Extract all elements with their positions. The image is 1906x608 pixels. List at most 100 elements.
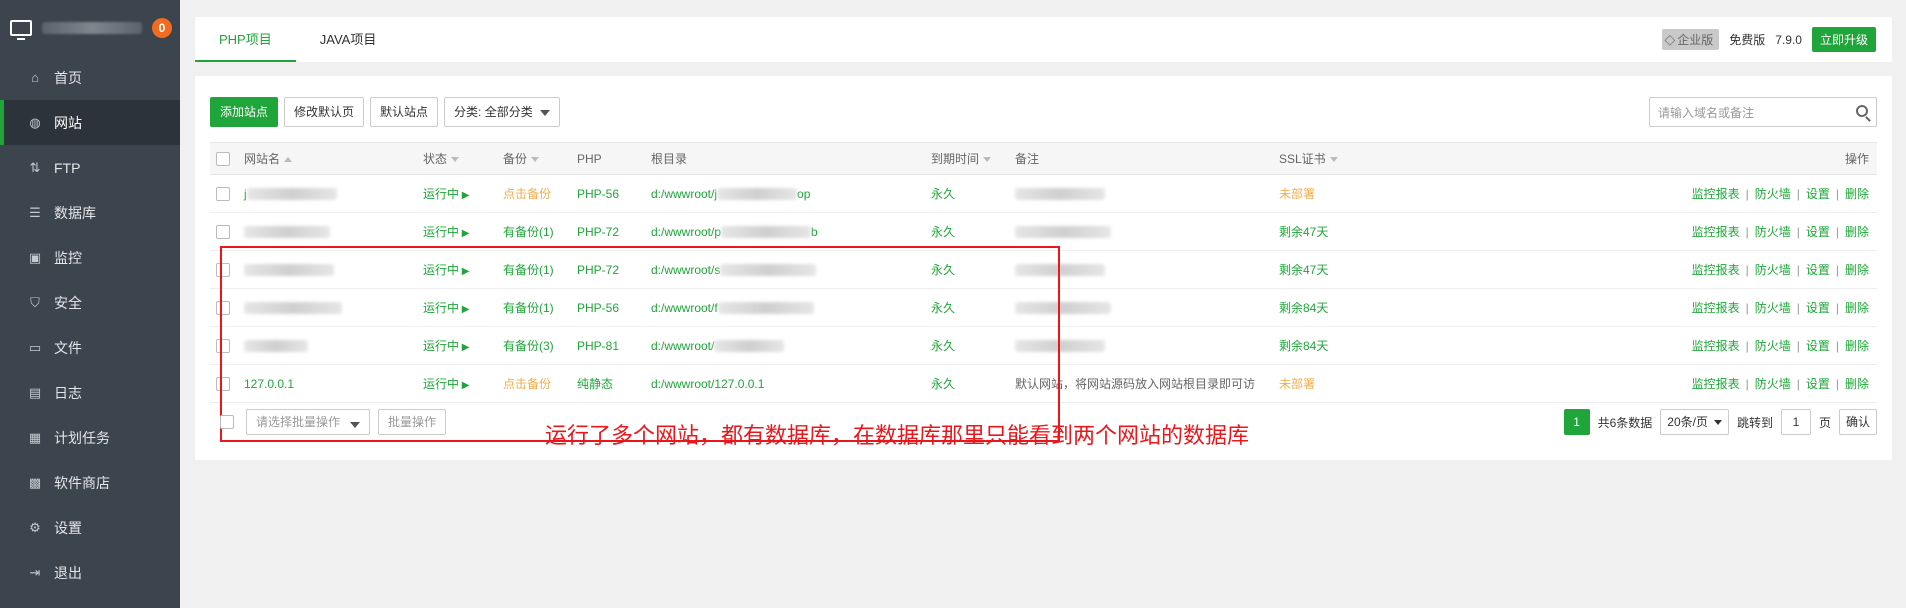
notification-badge[interactable]: 0 [152, 18, 172, 38]
search-icon[interactable] [1856, 105, 1868, 117]
site-php[interactable]: PHP-72 [569, 250, 643, 289]
table-row[interactable]: j运行中点击备份PHP-56d:/wwwroot/jop永久 未部署 监控报表 | 防火… [210, 174, 1877, 213]
site-expire[interactable]: 永久 [923, 288, 1007, 327]
site-status[interactable]: 运行中 [415, 288, 495, 327]
row-checkbox[interactable] [216, 186, 230, 201]
edit-default-page-button[interactable]: 修改默认页 [284, 97, 365, 127]
firewall-link[interactable]: 防火墙 [1755, 339, 1791, 353]
site-note[interactable] [1007, 288, 1271, 327]
select-all-checkbox[interactable] [216, 151, 230, 166]
row-checkbox[interactable] [216, 262, 230, 277]
row-checkbox[interactable] [216, 224, 230, 239]
search-input[interactable]: 请输入域名或备注 [1649, 97, 1877, 127]
site-note[interactable] [1007, 212, 1271, 251]
default-site-button[interactable]: 默认站点 [370, 97, 439, 127]
settings-link[interactable]: 设置 [1806, 225, 1830, 239]
table-row[interactable]: 运行中有备份(1)PHP-56d:/wwwroot/f永久 剩余84天 监控报表 | 防… [210, 288, 1877, 327]
sidebar-header[interactable]: 0 [0, 0, 180, 55]
site-php[interactable]: PHP-81 [569, 326, 643, 365]
site-status[interactable]: 运行中 [415, 326, 495, 365]
site-status[interactable]: 运行中 [415, 250, 495, 289]
site-note[interactable]: 默认网站，将网站源码放入网站根目录即可访 [1007, 364, 1271, 403]
jump-page-input[interactable]: 1 [1780, 409, 1811, 435]
batch-ops-select[interactable]: 请选择批量操作 [246, 409, 370, 435]
add-site-button[interactable]: 添加站点 [210, 97, 279, 127]
sidebar-item-6[interactable]: ▭ 文件 [0, 325, 180, 370]
site-name[interactable] [236, 326, 415, 365]
category-select[interactable]: 分类: 全部分类 [444, 97, 560, 127]
firewall-link[interactable]: 防火墙 [1755, 263, 1791, 277]
header-expire[interactable]: 到期时间 [923, 142, 1007, 175]
settings-link[interactable]: 设置 [1806, 339, 1830, 353]
delete-link[interactable]: 删除 [1845, 187, 1869, 201]
site-ssl[interactable]: 未部署 [1271, 364, 1481, 403]
sidebar-item-0[interactable]: ⌂ 首页 [0, 55, 180, 100]
settings-link[interactable]: 设置 [1806, 301, 1830, 315]
sidebar-item-10[interactable]: ⚙ 设置 [0, 505, 180, 550]
row-checkbox[interactable] [216, 300, 230, 315]
sidebar-item-1[interactable]: ◍ 网站 [0, 100, 180, 145]
site-expire[interactable]: 永久 [923, 174, 1007, 213]
monitor-report-link[interactable]: 监控报表 [1692, 301, 1740, 315]
table-row[interactable]: 运行中有备份(1)PHP-72d:/wwwroot/s永久 剩余47天 监控报表 | 防… [210, 250, 1877, 289]
site-backup[interactable]: 点击备份 [495, 364, 569, 403]
site-name[interactable]: j [236, 174, 415, 213]
sidebar-item-2[interactable]: ⇅ FTP [0, 145, 180, 190]
upgrade-button[interactable]: 立即升级 [1811, 27, 1876, 52]
sidebar-item-11[interactable]: ⇥ 退出 [0, 550, 180, 595]
tab-java-project[interactable]: JAVA项目 [296, 17, 401, 62]
site-expire[interactable]: 永久 [923, 250, 1007, 289]
page-size-select[interactable]: 20条/页 [1660, 409, 1729, 435]
site-note[interactable] [1007, 174, 1271, 213]
site-backup[interactable]: 有备份(3) [495, 326, 569, 365]
site-ssl[interactable]: 未部署 [1271, 174, 1481, 213]
monitor-report-link[interactable]: 监控报表 [1692, 339, 1740, 353]
site-expire[interactable]: 永久 [923, 326, 1007, 365]
monitor-report-link[interactable]: 监控报表 [1692, 225, 1740, 239]
site-php[interactable]: 纯静态 [569, 364, 643, 403]
enterprise-badge[interactable]: ◇ 企业版 [1662, 29, 1720, 50]
site-php[interactable]: PHP-56 [569, 288, 643, 327]
site-php[interactable]: PHP-56 [569, 174, 643, 213]
row-checkbox[interactable] [216, 376, 230, 391]
tab-php-project[interactable]: PHP项目 [195, 17, 296, 62]
firewall-link[interactable]: 防火墙 [1755, 377, 1791, 391]
table-row[interactable]: 运行中有备份(1)PHP-72d:/wwwroot/pb永久 剩余47天 监控报表 |… [210, 212, 1877, 251]
batch-ops-button[interactable]: 批量操作 [378, 409, 447, 435]
site-ssl[interactable]: 剩余47天 [1271, 250, 1481, 289]
delete-link[interactable]: 删除 [1845, 263, 1869, 277]
site-note[interactable] [1007, 250, 1271, 289]
monitor-report-link[interactable]: 监控报表 [1692, 377, 1740, 391]
site-root[interactable]: d:/wwwroot/ [643, 326, 923, 365]
sidebar-item-9[interactable]: ▩ 软件商店 [0, 460, 180, 505]
delete-link[interactable]: 删除 [1845, 225, 1869, 239]
site-status[interactable]: 运行中 [415, 174, 495, 213]
header-name[interactable]: 网站名 [236, 142, 415, 175]
site-root[interactable]: d:/wwwroot/p b [643, 212, 923, 251]
table-row[interactable]: 运行中有备份(3)PHP-81d:/wwwroot/永久 剩余84天 监控报表 | 防火… [210, 326, 1877, 365]
header-status[interactable]: 状态 [415, 142, 495, 175]
table-row[interactable]: 127.0.0.1运行中点击备份纯静态d:/wwwroot/127.0.0.1永… [210, 364, 1877, 403]
site-php[interactable]: PHP-72 [569, 212, 643, 251]
header-ssl[interactable]: SSL证书 [1271, 142, 1481, 175]
sidebar-item-3[interactable]: ☰ 数据库 [0, 190, 180, 235]
sidebar-item-7[interactable]: ▤ 日志 [0, 370, 180, 415]
site-name[interactable]: 127.0.0.1 [236, 364, 415, 403]
site-ssl[interactable]: 剩余84天 [1271, 326, 1481, 365]
site-backup[interactable]: 有备份(1) [495, 288, 569, 327]
page-current[interactable]: 1 [1563, 409, 1590, 435]
sidebar-item-5[interactable]: ⛉ 安全 [0, 280, 180, 325]
firewall-link[interactable]: 防火墙 [1755, 301, 1791, 315]
site-name[interactable] [236, 288, 415, 327]
settings-link[interactable]: 设置 [1806, 263, 1830, 277]
site-expire[interactable]: 永久 [923, 364, 1007, 403]
firewall-link[interactable]: 防火墙 [1755, 187, 1791, 201]
site-expire[interactable]: 永久 [923, 212, 1007, 251]
site-backup[interactable]: 有备份(1) [495, 250, 569, 289]
delete-link[interactable]: 删除 [1845, 339, 1869, 353]
monitor-report-link[interactable]: 监控报表 [1692, 263, 1740, 277]
site-backup[interactable]: 有备份(1) [495, 212, 569, 251]
site-root[interactable]: d:/wwwroot/s [643, 250, 923, 289]
site-root[interactable]: d:/wwwroot/j op [643, 174, 923, 213]
site-note[interactable] [1007, 326, 1271, 365]
